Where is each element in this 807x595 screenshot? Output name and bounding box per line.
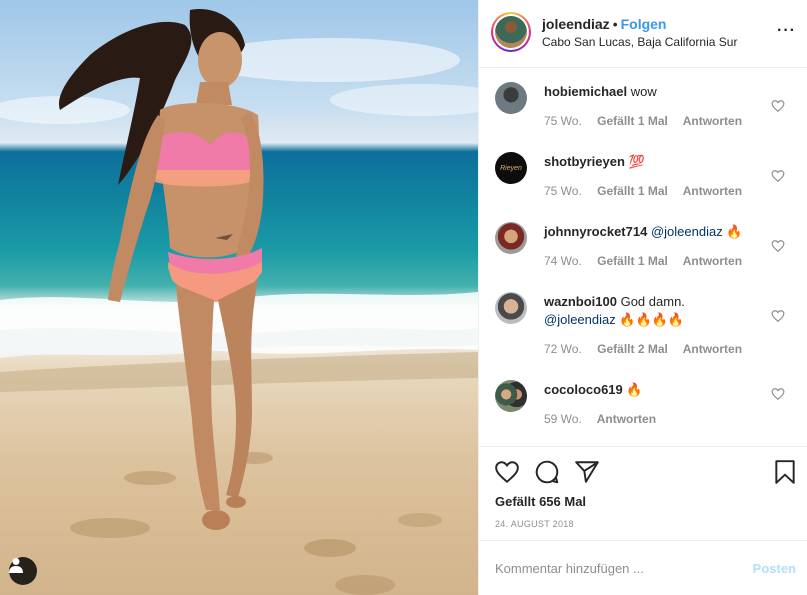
commenter-avatar[interactable] [495, 380, 527, 412]
reply-button[interactable]: Antworten [597, 412, 656, 426]
comment-emoji: 💯 [628, 154, 645, 169]
tagged-users-button[interactable] [9, 557, 37, 585]
comment-age[interactable]: 72 Wo. [544, 342, 582, 356]
comment-likes[interactable]: Gefällt 2 Mal [597, 342, 668, 356]
post-header: joleendiaz • Folgen Cabo San Lucas, Baja C… [479, 0, 807, 68]
likes-count[interactable]: Gefällt 656 Mal [495, 494, 586, 509]
comment-meta: 59 Wo. Antworten [544, 412, 668, 426]
comment-body: wow [630, 84, 657, 99]
comment-emoji: 🔥 [626, 382, 643, 397]
paper-plane-icon[interactable] [574, 459, 600, 485]
comment-username[interactable]: shotbyrieyen [544, 154, 625, 169]
heart-icon[interactable] [771, 387, 785, 401]
post-comment-button[interactable]: Posten [753, 561, 796, 576]
comment-username[interactable]: waznboi100 [544, 294, 617, 309]
comment-meta: 75 Wo. Gefällt 1 Mal Antworten [544, 184, 754, 198]
commenter-avatar[interactable] [495, 222, 527, 254]
comment-mention[interactable]: @joleendiaz [651, 224, 723, 239]
comment-emoji: 🔥🔥🔥🔥 [619, 312, 685, 327]
comment-meta: 72 Wo. Gefällt 2 Mal Antworten [544, 342, 754, 356]
reply-button[interactable]: Antworten [683, 114, 742, 128]
user-silhouette-icon [9, 558, 23, 573]
comment-text: johnnyrocket714 @joleendiaz 🔥 [544, 223, 772, 241]
heart-icon[interactable] [771, 169, 785, 183]
separator-dot: • [612, 16, 618, 32]
follow-button[interactable]: Folgen [621, 16, 667, 32]
comment-likes[interactable]: Gefällt 1 Mal [597, 254, 668, 268]
comment-text: cocoloco619 🔥 [544, 381, 772, 399]
comment-age[interactable]: 75 Wo. [544, 184, 582, 198]
heart-icon[interactable] [771, 239, 785, 253]
commenter-avatar[interactable]: Rieyen [495, 152, 527, 184]
comment-body: God damn. [620, 294, 685, 309]
heart-icon[interactable] [771, 99, 785, 113]
heart-icon[interactable] [771, 309, 785, 323]
post-actions: Gefällt 656 Mal 24. AUGUST 2018 [479, 446, 807, 540]
comment-text: waznboi100 God damn. @joleendiaz 🔥🔥🔥🔥 [544, 293, 772, 329]
commenter-avatar[interactable] [495, 292, 527, 324]
add-comment-bar: Kommentar hinzufügen ... Posten [479, 540, 807, 595]
comment-meta: 74 Wo. Gefällt 1 Mal Antworten [544, 254, 754, 268]
beach-photo-illustration [0, 9, 478, 595]
comment-mention[interactable]: @joleendiaz [544, 312, 616, 327]
comment-age[interactable]: 59 Wo. [544, 412, 582, 426]
comment-username[interactable]: johnnyrocket714 [544, 224, 647, 239]
bookmark-icon[interactable] [773, 459, 797, 485]
post-detail-panel: joleendiaz • Folgen Cabo San Lucas, Baja C… [478, 0, 807, 595]
owner-username[interactable]: joleendiaz [542, 16, 610, 32]
comment-meta: 75 Wo. Gefällt 1 Mal Antworten [544, 114, 754, 128]
comment-age[interactable]: 74 Wo. [544, 254, 582, 268]
owner-avatar[interactable] [491, 12, 531, 52]
reply-button[interactable]: Antworten [683, 254, 742, 268]
comment-age[interactable]: 75 Wo. [544, 114, 582, 128]
owner-line: joleendiaz • Folgen [542, 16, 666, 32]
comment-likes[interactable]: Gefällt 1 Mal [597, 184, 668, 198]
post-photo[interactable] [0, 0, 478, 595]
post-date[interactable]: 24. AUGUST 2018 [495, 519, 574, 529]
comment-emoji: 🔥 [726, 224, 743, 239]
reply-button[interactable]: Antworten [683, 342, 742, 356]
comment-bubble-icon[interactable] [534, 459, 560, 485]
comment-username[interactable]: cocoloco619 [544, 382, 623, 397]
comment-input[interactable]: Kommentar hinzufügen ... [495, 561, 644, 576]
comment-username[interactable]: hobiemichael [544, 84, 627, 99]
commenter-avatar[interactable] [495, 82, 527, 114]
comments-list[interactable]: hobiemichael wow 75 Wo. Gefällt 1 Mal An… [479, 68, 807, 446]
comment-text: shotbyrieyen 💯 [544, 153, 772, 171]
heart-icon[interactable] [494, 459, 520, 485]
reply-button[interactable]: Antworten [683, 184, 742, 198]
comment-likes[interactable]: Gefällt 1 Mal [597, 114, 668, 128]
post-location[interactable]: Cabo San Lucas, Baja California Sur [542, 35, 737, 49]
more-dots-icon[interactable]: ··· [777, 22, 796, 40]
comment-text: hobiemichael wow [544, 83, 772, 101]
